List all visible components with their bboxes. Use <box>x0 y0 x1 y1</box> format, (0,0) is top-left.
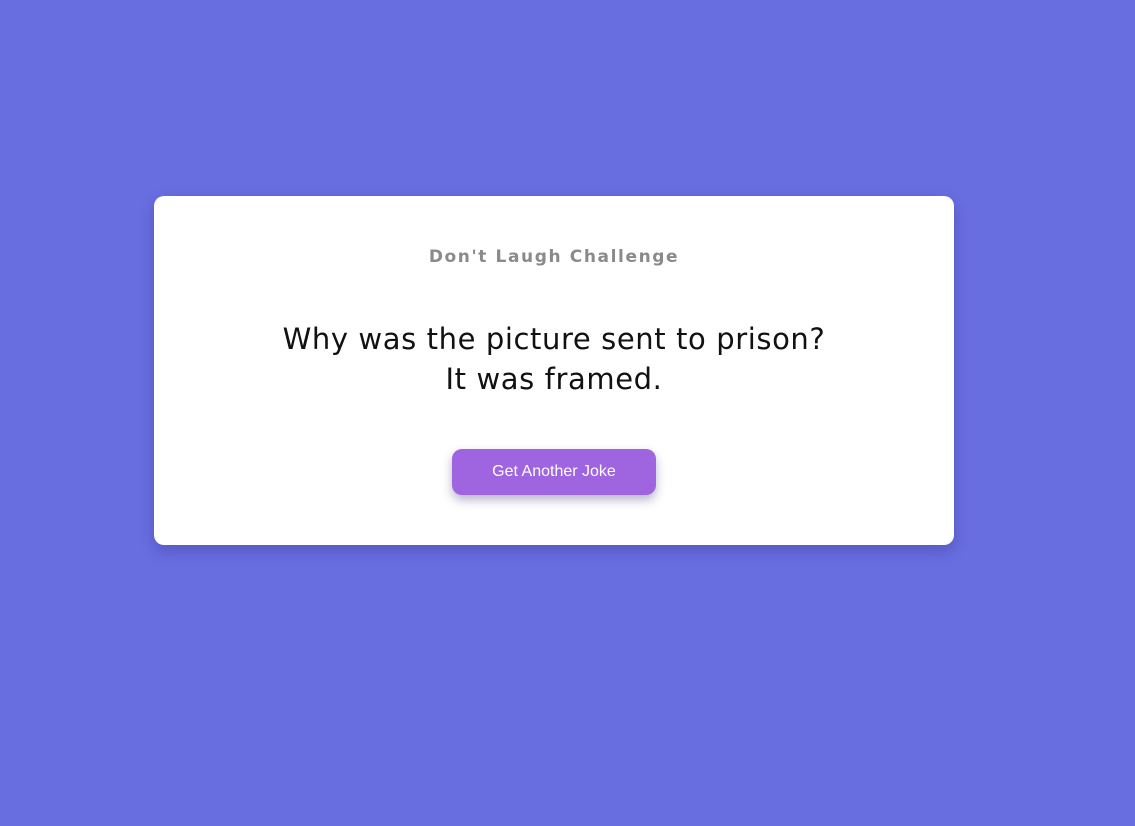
joke-text: Why was the picture sent to prison? It w… <box>282 322 826 396</box>
card-title: Don't Laugh Challenge <box>428 247 680 267</box>
get-another-joke-button[interactable]: Get Another Joke <box>452 449 656 495</box>
joke-card: Don't Laugh Challenge Why was the pictur… <box>154 196 954 545</box>
